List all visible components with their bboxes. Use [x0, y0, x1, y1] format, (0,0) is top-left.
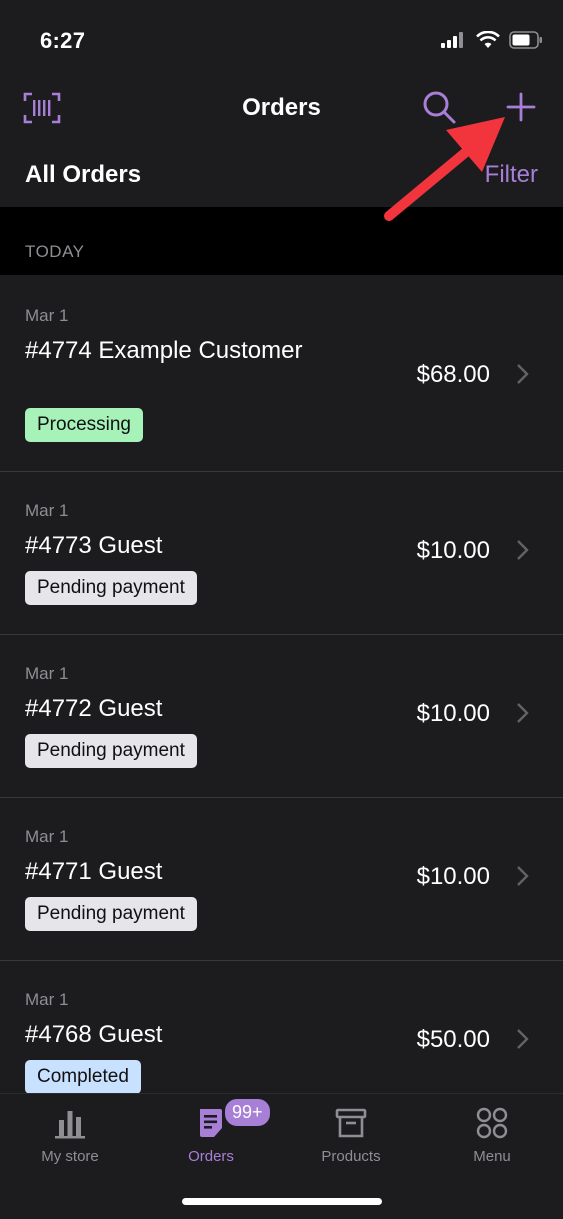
status-badge: Pending payment	[25, 897, 197, 931]
order-row[interactable]: Mar 1 #4774 Example Customer $68.00 Proc…	[0, 276, 563, 472]
order-total: $10.00	[416, 537, 490, 564]
bar-chart-icon	[55, 1111, 85, 1139]
status-badge: Processing	[25, 408, 143, 442]
tab-label: Orders	[188, 1148, 234, 1165]
chevron-right-icon	[517, 540, 529, 560]
order-date: Mar 1	[25, 990, 69, 1009]
tab-label: Products	[321, 1148, 381, 1165]
order-title: #4768 Guest	[25, 1021, 163, 1048]
order-total: $68.00	[416, 361, 490, 388]
chevron-right-icon	[517, 1029, 529, 1049]
tab-label: My store	[41, 1148, 99, 1165]
order-title: #4771 Guest	[25, 858, 163, 885]
chevron-right-icon	[517, 364, 529, 384]
grid-circles-icon	[476, 1107, 508, 1139]
order-title: #4774 Example Customer	[25, 337, 303, 364]
order-row[interactable]: Mar 1 #4772 Guest $10.00 Pending payment	[0, 635, 563, 798]
tab-products[interactable]: Products	[281, 1094, 421, 1184]
order-row[interactable]: Mar 1 #4773 Guest $10.00 Pending payment	[0, 472, 563, 635]
order-title: #4773 Guest	[25, 532, 163, 559]
orders-list: Mar 1 #4774 Example Customer $68.00 Proc…	[0, 276, 563, 1123]
status-badge: Pending payment	[25, 734, 197, 768]
order-total: $50.00	[416, 1026, 490, 1053]
order-title: #4772 Guest	[25, 695, 163, 722]
chevron-right-icon	[517, 866, 529, 886]
status-badge: Pending payment	[25, 571, 197, 605]
order-date: Mar 1	[25, 306, 69, 325]
order-row[interactable]: Mar 1 #4771 Guest $10.00 Pending payment	[0, 798, 563, 961]
annotation-arrow	[384, 117, 505, 221]
status-badge: Completed	[25, 1060, 141, 1094]
order-date: Mar 1	[25, 664, 69, 683]
tab-my-store[interactable]: My store	[0, 1094, 140, 1184]
order-total: $10.00	[416, 700, 490, 727]
order-date: Mar 1	[25, 501, 69, 520]
order-date: Mar 1	[25, 827, 69, 846]
orders-count-badge: 99+	[223, 1097, 272, 1128]
chevron-right-icon	[517, 703, 529, 723]
order-total: $10.00	[416, 863, 490, 890]
tab-menu[interactable]: Menu	[422, 1094, 562, 1184]
archive-box-icon	[335, 1108, 367, 1138]
home-indicator	[182, 1198, 382, 1205]
tab-label: Menu	[473, 1148, 511, 1165]
